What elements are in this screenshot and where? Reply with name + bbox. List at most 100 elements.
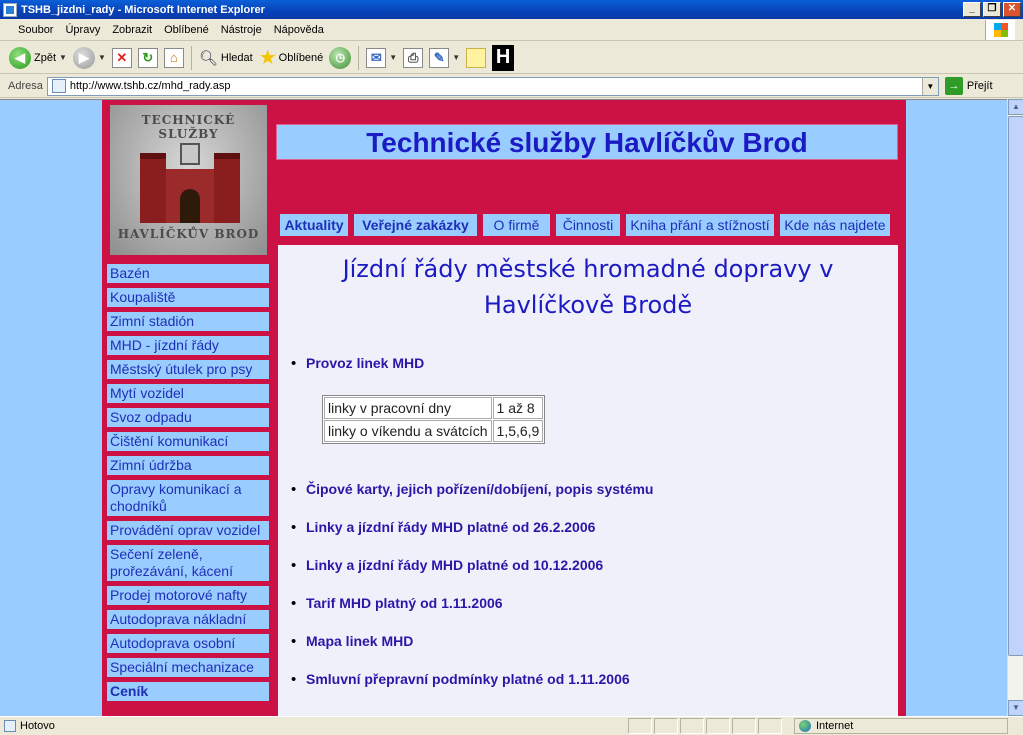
sidebar-item-autodoprava-osobni[interactable]: Autodoprava osobní	[105, 633, 271, 655]
stop-button[interactable]: ✕	[109, 44, 135, 72]
sidebar-item-prodej-nafty[interactable]: Prodej motorové nafty	[105, 585, 271, 607]
go-button[interactable]: → Přejít	[944, 77, 993, 95]
sidebar-item-myti-vozidel[interactable]: Mytí vozidel	[105, 383, 271, 405]
mail-button[interactable]: ✉ ▼	[363, 44, 400, 72]
print-button[interactable]: ⎙	[400, 44, 426, 72]
address-bar: Adresa http://www.tshb.cz/mhd_rady.asp ▼…	[0, 75, 1023, 98]
status-bar: Hotovo Internet	[0, 716, 1023, 735]
security-zone: Internet	[794, 718, 1008, 734]
edit-dropdown-icon[interactable]: ▼	[452, 53, 460, 62]
schedule-label: linky o víkendu a svátcích	[324, 420, 492, 442]
sidebar-item-opravy-vozidel[interactable]: Provádění oprav vozidel	[105, 520, 271, 542]
favorites-star-icon: ★	[258, 47, 277, 69]
edit-button[interactable]: ✎ ▼	[426, 44, 463, 72]
forward-button[interactable]: ▶ ▼	[70, 44, 109, 72]
tab-aktuality[interactable]: Aktuality	[278, 212, 350, 238]
sidebar-item-zimni-udrzba[interactable]: Zimní údržba	[105, 455, 271, 477]
ie-page-icon	[3, 2, 17, 17]
status-panel	[758, 718, 782, 734]
mail-dropdown-icon[interactable]: ▼	[389, 53, 397, 62]
schedule-table: linky v pracovní dny 1 až 8 linky o víke…	[322, 395, 546, 444]
sidebar-item-svoz-odpadu[interactable]: Svoz odpadu	[105, 407, 271, 429]
close-button[interactable]: ✕	[1003, 2, 1021, 17]
sidebar-item-utulek[interactable]: Městský útulek pro psy	[105, 359, 271, 381]
refresh-button[interactable]: ↻	[135, 44, 161, 72]
menu-soubor[interactable]: Soubor	[12, 24, 59, 36]
operation-heading[interactable]: Provoz linek MHD	[291, 355, 424, 372]
link-jizdni-rady-26-2-2006[interactable]: Linky a jízdní řády MHD platné od 26.2.2…	[291, 519, 595, 536]
mail-icon: ✉	[366, 47, 387, 68]
address-dropdown-icon[interactable]: ▼	[921, 77, 938, 95]
status-panel	[732, 718, 756, 734]
main-content: Jízdní řády městské hromadné dopravy v H…	[278, 245, 898, 716]
history-button[interactable]: ◷	[326, 44, 354, 72]
status-panel	[680, 718, 704, 734]
menu-zobrazit[interactable]: Zobrazit	[106, 24, 158, 36]
go-label: Přejít	[966, 80, 993, 92]
back-dropdown-icon[interactable]: ▼	[59, 53, 67, 62]
link-cipove-karty[interactable]: Čipové karty, jejich pořízení/dobíjení, …	[291, 481, 654, 498]
stop-icon: ✕	[111, 47, 132, 68]
back-arrow-icon: ◀	[9, 46, 31, 69]
search-label: Hledat	[220, 51, 253, 64]
link-tarif[interactable]: Tarif MHD platný od 1.11.2006	[291, 595, 503, 612]
sidebar-item-mhd[interactable]: MHD - jízdní řády	[105, 335, 271, 357]
logo-bottom-text: HAVLÍČKŮV BROD	[117, 227, 260, 241]
refresh-icon: ↻	[137, 47, 158, 68]
site-frame: TECHNICKÉ SLUŽBY HAVLÍČKŮV BROD Technick…	[102, 100, 906, 716]
menu-upravy[interactable]: Úpravy	[59, 24, 106, 36]
tab-o-firme[interactable]: O firmě	[481, 212, 552, 238]
sidebar-item-seceni-zelene[interactable]: Sečení zeleně, prořezávání, kácení	[105, 544, 271, 583]
back-button[interactable]: ◀ Zpět ▼	[6, 44, 70, 72]
address-label: Adresa	[8, 80, 43, 92]
tab-kniha-prani[interactable]: Kniha přání a stížností	[624, 212, 776, 238]
search-button[interactable]: 🔍︎ Hledat	[196, 44, 256, 72]
h-extension-button[interactable]: H	[489, 44, 517, 72]
status-text: Hotovo	[20, 720, 55, 732]
vertical-scrollbar[interactable]: ▲ ▼	[1007, 99, 1023, 716]
sidebar-item-koupaliste[interactable]: Koupaliště	[105, 287, 271, 309]
logo-top-text: TECHNICKÉ SLUŽBY	[141, 113, 236, 141]
zone-label: Internet	[816, 720, 854, 732]
sidebar-item-cenik[interactable]: Ceník	[105, 681, 271, 703]
link-prepravni-podminky[interactable]: Smluvní přepravní podmínky platné od 1.1…	[291, 671, 630, 688]
menu-bar: Soubor Úpravy Zobrazit Oblíbené Nástroje…	[0, 19, 1023, 41]
menu-oblibene[interactable]: Oblíbené	[158, 24, 215, 36]
sidebar-item-bazen[interactable]: Bazén	[105, 263, 271, 285]
status-main: Hotovo	[4, 720, 55, 732]
status-panel	[706, 718, 730, 734]
scroll-down-icon[interactable]: ▼	[1008, 700, 1023, 716]
home-button[interactable]: ⌂	[161, 44, 187, 72]
sidebar-item-autodoprava-nakladni[interactable]: Autodoprava nákladní	[105, 609, 271, 631]
home-icon: ⌂	[163, 47, 184, 68]
menu-nastroje[interactable]: Nástroje	[215, 24, 268, 36]
table-row: linky v pracovní dny 1 až 8	[324, 397, 544, 419]
tab-cinnosti[interactable]: Činnosti	[554, 212, 622, 238]
print-icon: ⎙	[403, 47, 424, 68]
top-nav: Aktuality Veřejné zakázky O firmě Činnos…	[278, 212, 898, 238]
restore-button[interactable]: ❐	[983, 2, 1001, 17]
sidebar-item-cisteni-komunikaci[interactable]: Čištění komunikací	[105, 431, 271, 453]
edit-icon: ✎	[429, 47, 450, 68]
side-nav: Bazén Koupaliště Zimní stadión MHD - jíz…	[105, 263, 272, 705]
scroll-thumb[interactable]	[1008, 116, 1023, 656]
discuss-button[interactable]	[463, 44, 489, 72]
menu-napoveda[interactable]: Nápověda	[268, 24, 330, 36]
tab-kde-nas-najdete[interactable]: Kde nás najdete	[778, 212, 892, 238]
page-title-line-1: Jízdní řády městské hromadné dopravy v	[342, 255, 834, 283]
tab-verejne-zakazky[interactable]: Veřejné zakázky	[352, 212, 479, 238]
address-input[interactable]: http://www.tshb.cz/mhd_rady.asp ▼	[46, 76, 939, 96]
link-jizdni-rady-10-12-2006[interactable]: Linky a jízdní řády MHD platné od 10.12.…	[291, 557, 603, 574]
site-logo[interactable]: TECHNICKÉ SLUŽBY HAVLÍČKŮV BROD	[107, 102, 270, 258]
scroll-up-icon[interactable]: ▲	[1008, 99, 1023, 115]
favorites-button[interactable]: ★ Oblíbené	[256, 44, 327, 72]
castle-emblem-icon	[140, 143, 240, 223]
forward-dropdown-icon[interactable]: ▼	[98, 53, 106, 62]
minimize-button[interactable]: _	[963, 2, 981, 17]
sidebar-item-specialni-mechanizace[interactable]: Speciální mechanizace	[105, 657, 271, 679]
sidebar-item-opravy-komunikaci[interactable]: Opravy komunikací a chodníků	[105, 479, 271, 518]
link-mapa-linek[interactable]: Mapa linek MHD	[291, 633, 413, 650]
page-title-line-2: Havlíčkově Brodě	[483, 291, 693, 319]
windows-logo-icon	[985, 20, 1015, 40]
sidebar-item-zimni-stadion[interactable]: Zimní stadión	[105, 311, 271, 333]
